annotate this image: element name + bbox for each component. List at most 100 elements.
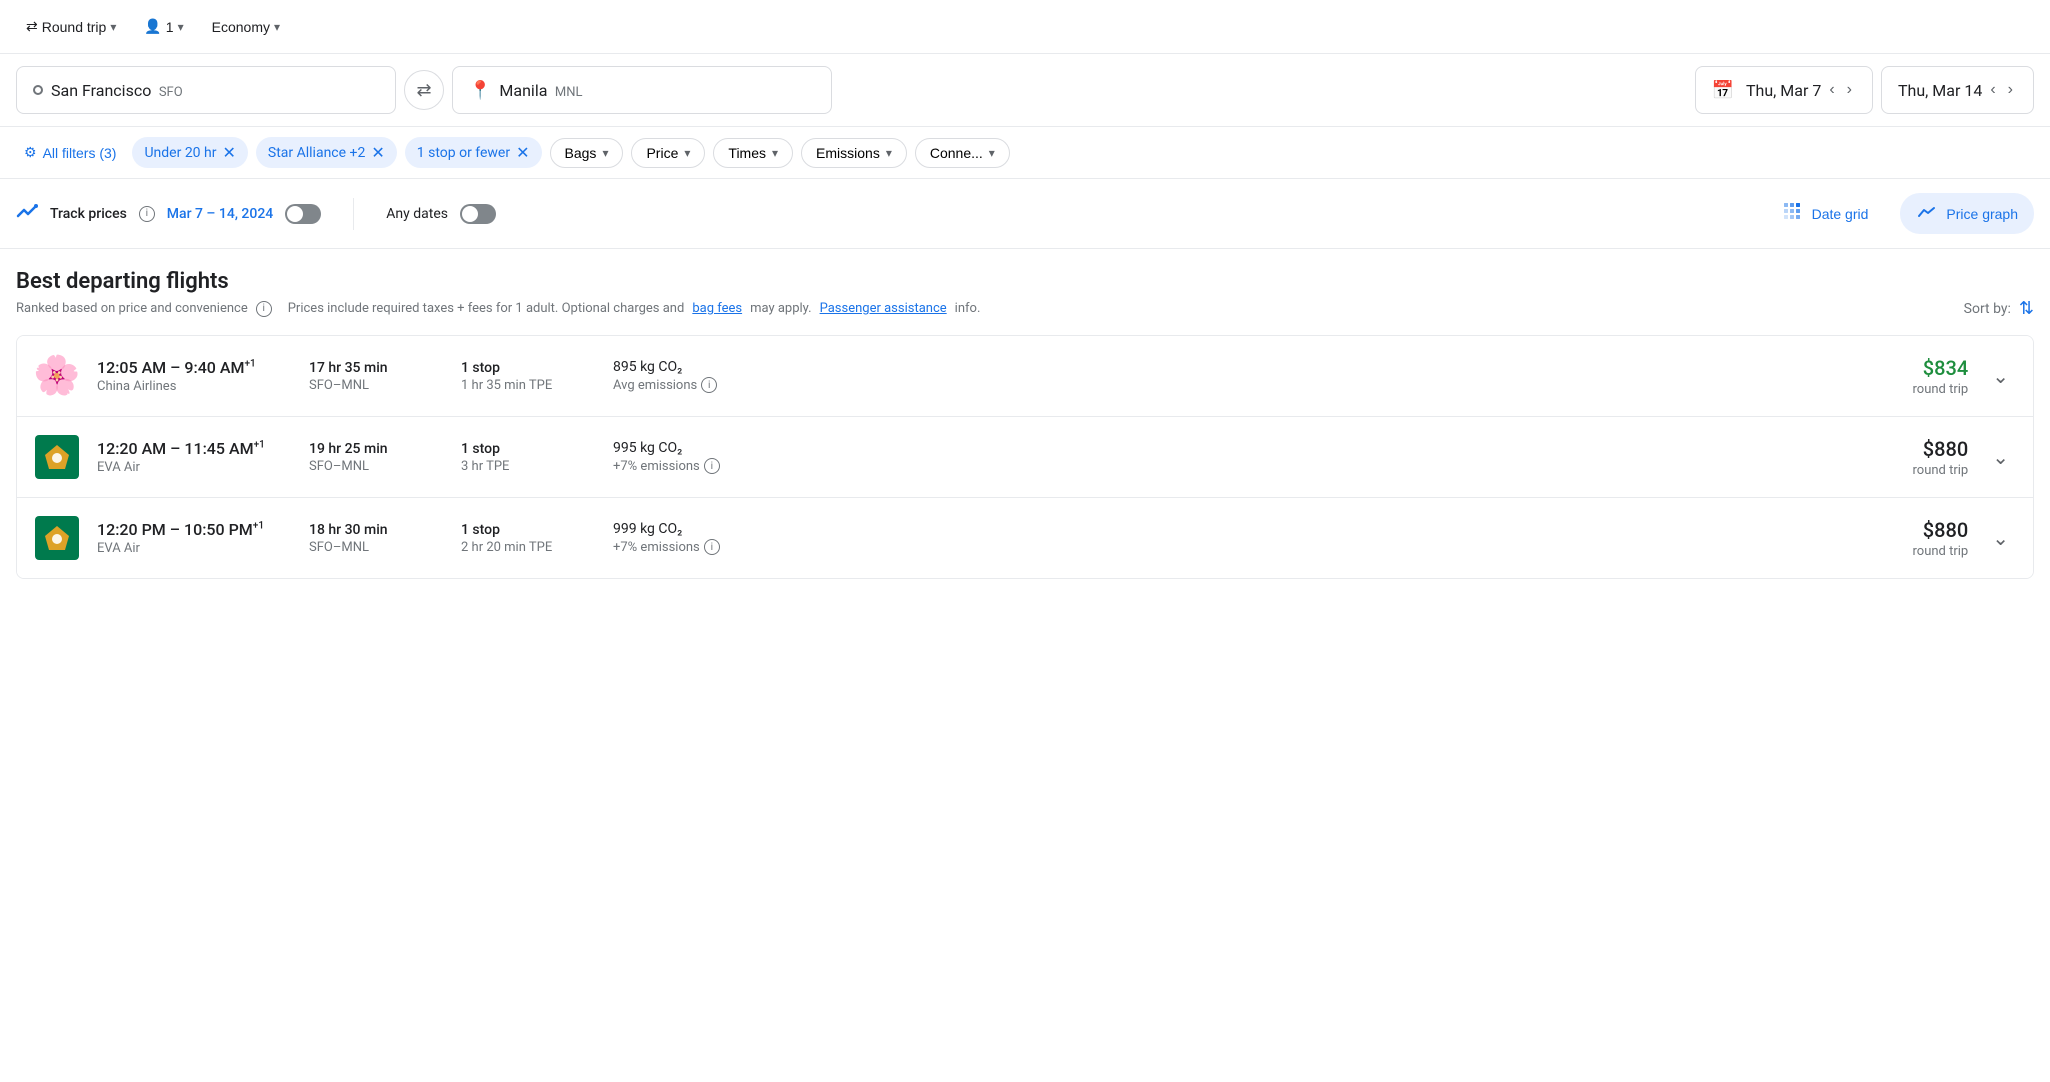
track-info-icon[interactable]: i <box>139 206 155 222</box>
origin-field[interactable]: San Francisco SFO <box>16 66 396 114</box>
stoporless-label: 1 stop or fewer <box>417 145 510 161</box>
airline-name: China Airlines <box>97 379 277 394</box>
flight-stops: 1 stop 1 hr 35 min TPE <box>461 360 581 393</box>
flight-stops: 1 stop 3 hr TPE <box>461 441 581 474</box>
filter-chip-staralliance[interactable]: Star Alliance +2 ✕ <box>256 137 397 168</box>
flight-stops: 1 stop 2 hr 20 min TPE <box>461 522 581 555</box>
calendar-icon: 📅 <box>1712 80 1734 101</box>
ranked-info-icon[interactable]: i <box>256 301 272 317</box>
bags-filter-button[interactable]: Bags ▾ <box>550 138 624 168</box>
price-chevron: ▾ <box>684 146 690 160</box>
top-bar: ⇄ Round trip ▾ 👤 1 ▾ Economy ▾ <box>0 0 2050 54</box>
track-prices-toggle[interactable] <box>285 204 321 224</box>
flight-times: 12:05 AM – 9:40 AM+1 China Airlines <box>97 358 277 394</box>
staralliance-label: Star Alliance +2 <box>268 145 365 161</box>
filter-chip-under20[interactable]: Under 20 hr ✕ <box>132 137 247 168</box>
emissions-label: +7% emissions i <box>613 539 763 555</box>
depart-date-field[interactable]: 📅 Thu, Mar 7 ‹ › <box>1695 66 1873 114</box>
destination-field[interactable]: 📍 Manila MNL <box>452 66 832 114</box>
times-label: Times <box>728 145 766 161</box>
route-text: SFO–MNL <box>309 540 429 555</box>
depart-prev-button[interactable]: ‹ <box>1825 77 1838 103</box>
all-filters-label: All filters (3) <box>43 145 117 161</box>
trip-type-label: Round trip <box>42 19 107 35</box>
table-row[interactable]: 12:20 AM – 11:45 AM+1 EVA Air 19 hr 25 m… <box>17 417 2033 498</box>
expand-button[interactable]: ⌄ <box>1984 356 2017 397</box>
sort-by-label: Sort by: <box>1964 301 2011 317</box>
track-trend-icon <box>16 200 38 227</box>
return-next-button[interactable]: › <box>2004 77 2017 103</box>
price-value: $880 <box>1868 437 1968 461</box>
flight-info: 12:05 AM – 9:40 AM+1 China Airlines 17 h… <box>97 358 1852 394</box>
table-row[interactable]: 12:20 PM – 10:50 PM+1 EVA Air 18 hr 30 m… <box>17 498 2033 578</box>
staralliance-remove-icon[interactable]: ✕ <box>371 143 384 162</box>
expand-button[interactable]: ⌄ <box>1984 518 2017 559</box>
flight-time-range: 12:20 AM – 11:45 AM+1 <box>97 439 277 458</box>
stoporless-remove-icon[interactable]: ✕ <box>516 143 529 162</box>
times-filter-button[interactable]: Times ▾ <box>713 138 793 168</box>
price-graph-label: Price graph <box>1946 206 2018 222</box>
stops-detail: 1 hr 35 min TPE <box>461 378 581 393</box>
price-graph-button[interactable]: Price graph <box>1900 193 2034 234</box>
emissions-info-icon[interactable]: i <box>701 377 717 393</box>
passengers-chevron: ▾ <box>178 20 184 34</box>
any-dates-toggle[interactable] <box>460 204 496 224</box>
airline-name: EVA Air <box>97 460 277 475</box>
passengers-button[interactable]: 👤 1 ▾ <box>134 12 193 41</box>
return-prev-button[interactable]: ‹ <box>1986 77 1999 103</box>
expand-button[interactable]: ⌄ <box>1984 437 2017 478</box>
return-date-label: Thu, Mar 14 <box>1898 81 1982 100</box>
flight-times: 12:20 AM – 11:45 AM+1 EVA Air <box>97 439 277 475</box>
price-label: Price <box>646 145 678 161</box>
price-value: $834 <box>1868 356 1968 380</box>
airline-name: EVA Air <box>97 541 277 556</box>
track-divider <box>353 198 354 230</box>
chevron-down-icon: ⌄ <box>1992 528 2009 550</box>
track-right-section: Date grid Price graph <box>1766 193 2034 234</box>
sort-button[interactable]: ⇅ <box>2019 298 2034 319</box>
any-dates-label: Any dates <box>386 206 448 222</box>
dest-city: Manila MNL <box>499 81 582 100</box>
duration-text: 17 hr 35 min <box>309 360 429 376</box>
emissions-label: +7% emissions i <box>613 458 763 474</box>
price-graph-icon <box>1916 201 1938 226</box>
origin-city: San Francisco SFO <box>51 81 183 100</box>
flights-list: 🌸 12:05 AM – 9:40 AM+1 China Airlines 17… <box>16 335 2034 579</box>
emissions-filter-button[interactable]: Emissions ▾ <box>801 138 907 168</box>
bag-fees-link[interactable]: bag fees <box>692 301 742 316</box>
emissions-text: 895 kg CO₂ <box>613 359 763 375</box>
passenger-assist-link[interactable]: Passenger assistance <box>820 301 947 316</box>
flight-info: 12:20 PM – 10:50 PM+1 EVA Air 18 hr 30 m… <box>97 520 1852 556</box>
flight-price: $880 round trip <box>1868 437 1968 478</box>
connections-filter-button[interactable]: Conne... ▾ <box>915 138 1010 168</box>
emissions-info-icon[interactable]: i <box>704 458 720 474</box>
filters-bar: ⚙ All filters (3) Under 20 hr ✕ Star All… <box>0 127 2050 179</box>
section-subtitle-row: Ranked based on price and convenience i … <box>16 298 2034 319</box>
emissions-text: 995 kg CO₂ <box>613 440 763 456</box>
cabin-chevron: ▾ <box>274 20 280 34</box>
depart-next-button[interactable]: › <box>1843 77 1856 103</box>
sort-icon: ⇅ <box>2019 298 2034 319</box>
under20-remove-icon[interactable]: ✕ <box>222 143 235 162</box>
filter-chip-stoporless[interactable]: 1 stop or fewer ✕ <box>405 137 542 168</box>
all-filters-button[interactable]: ⚙ All filters (3) <box>16 138 124 167</box>
route-text: SFO–MNL <box>309 459 429 474</box>
flight-time-range: 12:20 PM – 10:50 PM+1 <box>97 520 277 539</box>
return-date-field[interactable]: Thu, Mar 14 ‹ › <box>1881 66 2034 114</box>
flight-time-range: 12:05 AM – 9:40 AM+1 <box>97 358 277 377</box>
emissions-label: Emissions <box>816 145 880 161</box>
price-value: $880 <box>1868 518 1968 542</box>
trip-type-button[interactable]: ⇄ Round trip ▾ <box>16 12 126 41</box>
cabin-button[interactable]: Economy ▾ <box>202 13 290 41</box>
flight-duration: 17 hr 35 min SFO–MNL <box>309 360 429 393</box>
flight-emissions: 995 kg CO₂ +7% emissions i <box>613 440 763 474</box>
emissions-info-icon[interactable]: i <box>704 539 720 555</box>
connections-label: Conne... <box>930 145 983 161</box>
date-grid-button[interactable]: Date grid <box>1766 193 1885 234</box>
swap-button[interactable]: ⇄ <box>404 70 444 110</box>
passengers-label: 1 <box>166 19 174 35</box>
table-row[interactable]: 🌸 12:05 AM – 9:40 AM+1 China Airlines 17… <box>17 336 2033 417</box>
track-prices-bar: Track prices i Mar 7 – 14, 2024 Any date… <box>0 179 2050 249</box>
price-filter-button[interactable]: Price ▾ <box>631 138 705 168</box>
person-icon: 👤 <box>144 18 161 35</box>
